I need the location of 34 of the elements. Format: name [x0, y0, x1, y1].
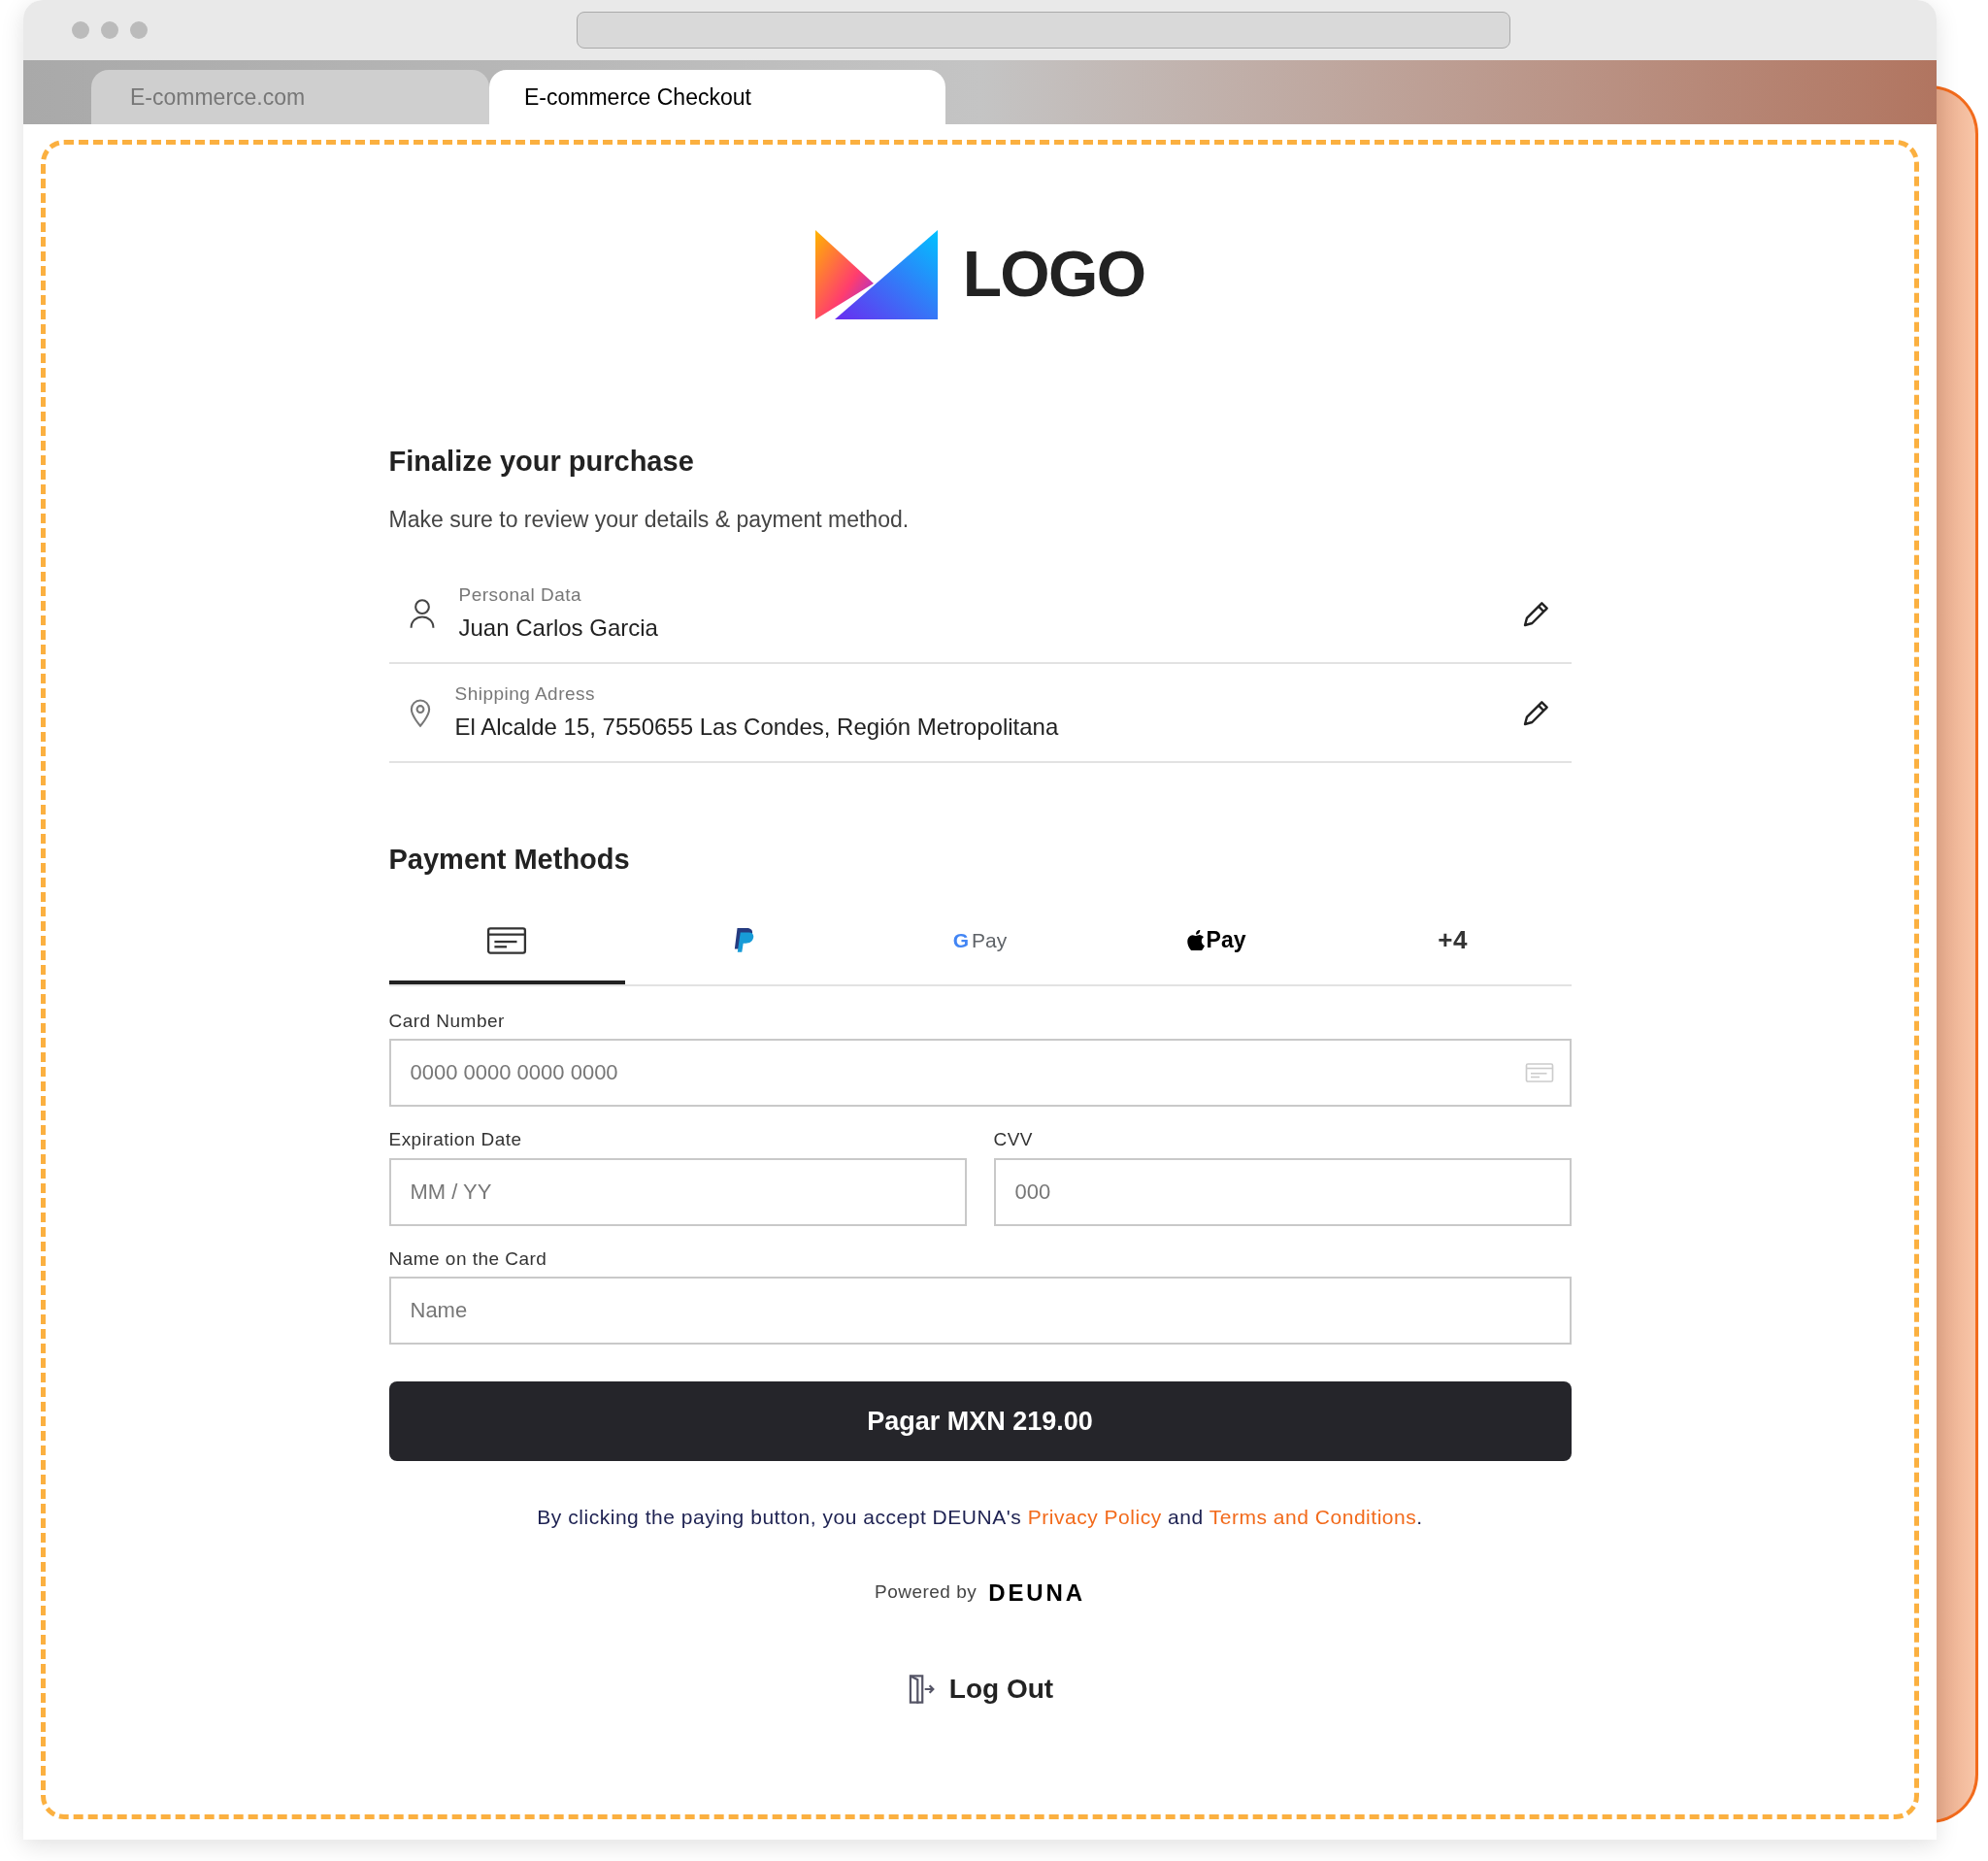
detail-label: Personal Data	[458, 582, 583, 607]
brand-wordmark: DEUNA	[988, 1578, 1085, 1608]
browser-tab[interactable]: E-commerce Checkout	[489, 70, 945, 124]
payment-method-tab[interactable]: +4	[1334, 900, 1572, 984]
section-heading: Payment Methods	[388, 843, 631, 877]
field-label: CVV	[993, 1128, 1034, 1151]
detail-label: Shipping Adress	[454, 681, 596, 706]
log-out-button[interactable]: Log Out	[906, 1668, 1054, 1710]
payment-method-tab[interactable]: G Pay	[861, 900, 1099, 984]
pay-label: Pay	[972, 927, 1008, 953]
credit-card-icon	[486, 924, 528, 956]
page-subtitle: Make sure to review your details & payment method.	[388, 505, 911, 534]
detail-value: Juan Carlos Garcia	[458, 614, 659, 644]
input-field[interactable]: 000	[993, 1157, 1572, 1226]
pay-label: Pay	[1206, 926, 1246, 955]
powered-by-text: Powered by	[875, 1580, 977, 1605]
field-label: Card Number	[388, 1009, 506, 1033]
logo-wordmark: LOGO	[962, 237, 1145, 312]
card-icon	[1524, 1061, 1554, 1084]
location-pin-icon	[408, 697, 432, 728]
page-heading: Finalize your purchase	[388, 445, 695, 479]
person-icon	[408, 598, 436, 629]
input-field[interactable]: Name	[388, 1277, 1572, 1345]
detail-value: El Alcalde 15, 7550655 Las Condes, Región Metropolitana	[454, 713, 1060, 743]
terms-text: By clicking the paying button, you accept DEUNA's Privacy Policy and Terms and Conditions.	[536, 1505, 1424, 1530]
input-field[interactable]: MM / YY	[388, 1157, 967, 1226]
field-label: Name on the Card	[388, 1246, 548, 1271]
apple-icon	[1186, 930, 1205, 950]
payment-method-tab[interactable]: Pay	[1098, 900, 1335, 984]
google-g-mark: G	[952, 927, 970, 953]
input-field[interactable]: 0000 0000 0000 0000	[388, 1039, 1572, 1107]
pay-button[interactable]: Pagar MXN 219.00	[388, 1381, 1572, 1461]
logo-mark-icon	[814, 229, 938, 319]
field-label: Expiration Date	[388, 1128, 523, 1151]
